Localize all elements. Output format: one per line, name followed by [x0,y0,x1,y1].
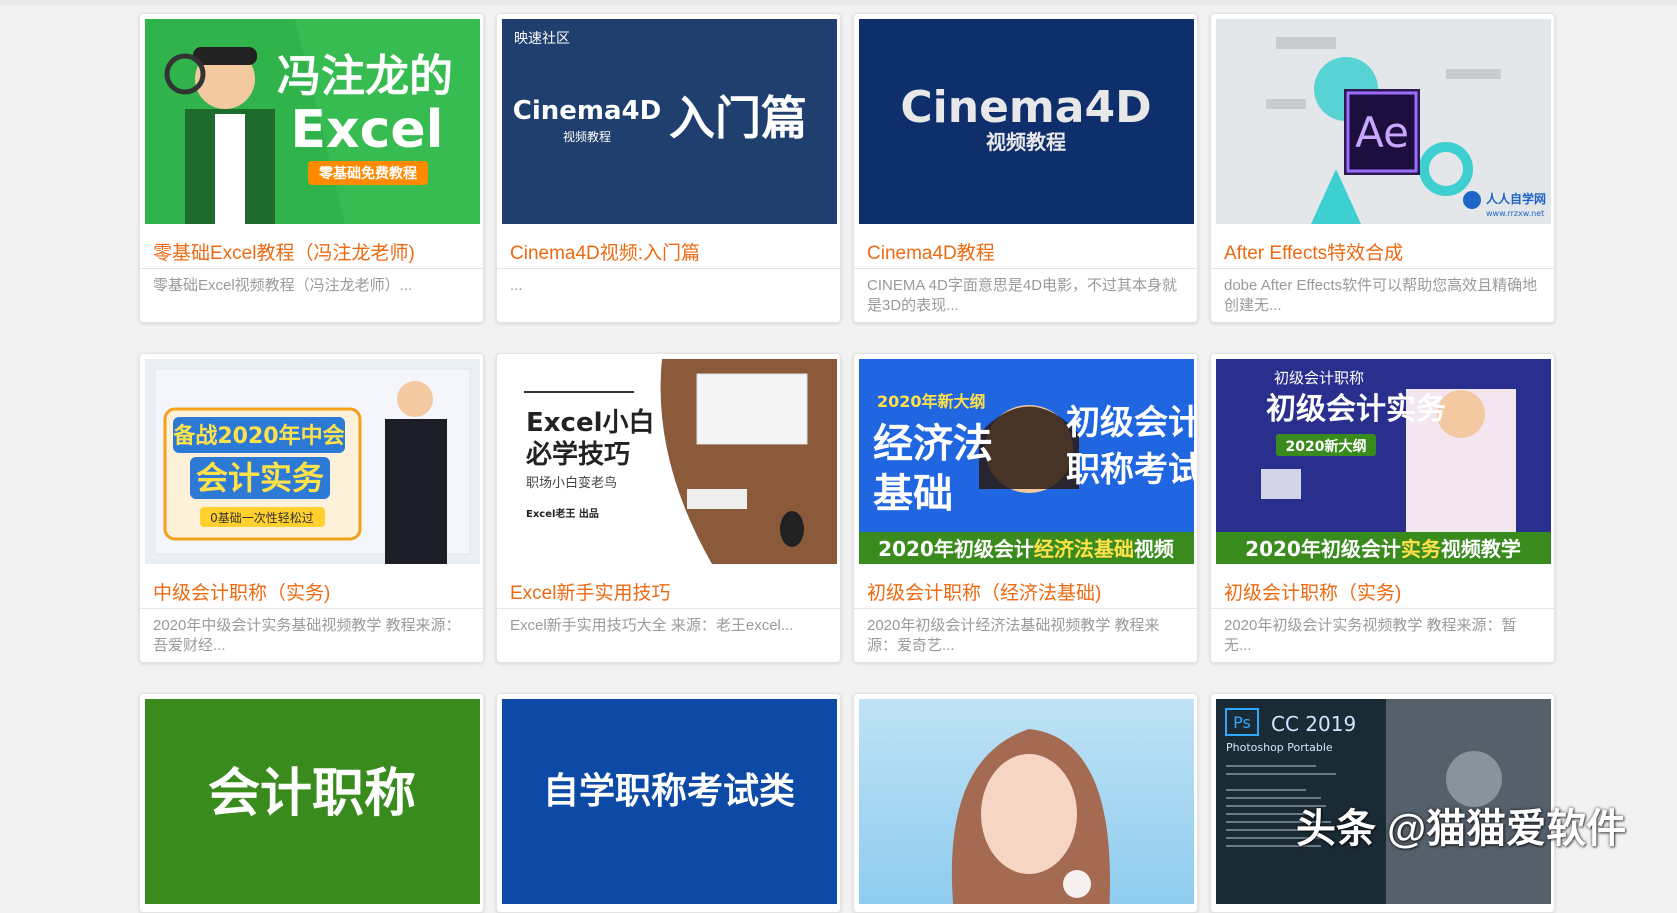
svg-text:会计职称: 会计职称 [208,764,416,824]
svg-text:视频教程: 视频教程 [563,129,611,144]
svg-text:基础: 基础 [873,471,953,517]
svg-text:0基础一次性轻松过: 0基础一次性轻松过 [210,511,314,525]
svg-text:冯注龙的: 冯注龙的 [277,51,453,102]
svg-text:备战2020年中会: 备战2020年中会 [172,423,344,449]
course-description: ... [510,277,523,294]
course-title[interactable]: 初级会计职称（实务) [1224,578,1544,605]
svg-text:零基础免费教程: 零基础免费教程 [318,165,417,182]
svg-text:Excel老王 出品: Excel老王 出品 [526,507,599,520]
course-description: CINEMA 4D字面意思是4D电影，不过其本身就是3D的表现... [867,277,1178,314]
course-thumbnail: 映速社区 Cinema4D 视频教程 入门篇 [502,19,837,224]
svg-text:自学职称考试类: 自学职称考试类 [543,770,795,812]
svg-text:映速社区: 映速社区 [514,31,570,47]
course-thumbnail: 备战2020年中会 会计实务 0基础一次性轻松过 [145,359,480,564]
course-card-economic-law[interactable]: 2020年新大纲 经济法 基础 初级会计 职称考试 2020年初级会计经济法基础… [853,353,1198,663]
svg-text:必学技巧: 必学技巧 [526,439,630,470]
course-thumbnail: 自学职称考试类 [502,699,837,904]
course-thumbnail: 初级会计职称 初级会计实务 2020新大纲 2020年初级会计实务视频教学 [1216,359,1551,564]
course-card-c4d[interactable]: Cinema4D 视频教程 Cinema4D教程 CINEMA 4D字面意思是4… [853,13,1198,323]
svg-text:职称考试: 职称考试 [1066,450,1194,490]
svg-text:2020新大纲: 2020新大纲 [1286,438,1367,455]
course-card-excel-tips[interactable]: Excel小白 必学技巧 职场小白变老鸟 Excel老王 出品 Excel新手实… [496,353,841,663]
course-description: 零基础Excel视频教程（冯注龙老师）... [153,277,413,294]
svg-text:Ps: Ps [1233,713,1251,732]
course-title[interactable]: 中级会计职称（实务) [153,578,473,605]
divider [854,268,1197,269]
course-card-excel[interactable]: 冯注龙的 Excel 零基础免费教程 零基础Excel教程（冯注龙老师) 零基础… [139,13,484,323]
course-title[interactable]: Cinema4D视频:入门篇 [510,238,830,265]
course-grid: 冯注龙的 Excel 零基础免费教程 零基础Excel教程（冯注龙老师) 零基础… [139,13,1555,913]
divider [140,608,483,609]
svg-text:经济法: 经济法 [873,421,993,467]
svg-text:CC 2019: CC 2019 [1271,712,1356,736]
svg-text:2020年初级会计经济法基础视频: 2020年初级会计经济法基础视频 [878,537,1174,561]
course-card-junior-accounting[interactable]: 初级会计职称 初级会计实务 2020新大纲 2020年初级会计实务视频教学 初级… [1210,353,1555,663]
course-title[interactable]: Excel新手实用技巧 [510,578,830,605]
course-title[interactable]: After Effects特效合成 [1224,238,1544,265]
course-thumbnail: 2020年新大纲 经济法 基础 初级会计 职称考试 2020年初级会计经济法基础… [859,359,1194,564]
svg-text:初级会计职称: 初级会计职称 [1274,369,1364,387]
top-divider [0,0,1677,6]
svg-text:Excel小白: Excel小白 [526,407,655,438]
course-thumbnail: Cinema4D 视频教程 [859,19,1194,224]
course-card-portrait[interactable] [853,693,1198,913]
divider [854,608,1197,609]
course-thumbnail: Ae 人人自学网 www.rrzxw.net [1216,19,1551,224]
divider [1211,268,1554,269]
svg-text:初级会计实务: 初级会计实务 [1266,392,1446,427]
svg-text:2020年新大纲: 2020年新大纲 [877,392,986,411]
svg-text:视频教程: 视频教程 [986,130,1066,154]
svg-text:www.rrzxw.net: www.rrzxw.net [1486,209,1544,218]
course-description: dobe After Effects软件可以帮助您高效且精确地创建无... [1224,277,1538,314]
course-thumbnail [859,699,1194,904]
svg-text:Cinema4D: Cinema4D [900,82,1151,133]
svg-text:人人自学网: 人人自学网 [1486,191,1546,206]
watermark-text: 头条 @猫猫爱软件 [1296,807,1627,851]
divider [497,268,840,269]
course-card-mid-accounting[interactable]: 备战2020年中会 会计实务 0基础一次性轻松过 中级会计职称（实务) 2020… [139,353,484,663]
svg-text:职场小白变老鸟: 职场小白变老鸟 [526,475,617,491]
course-description: 2020年初级会计实务视频教学 教程来源：暂无... [1224,617,1517,654]
course-description: 2020年初级会计经济法基础视频教学 教程来源：爱奇艺... [867,617,1160,654]
course-card-self-study-exam[interactable]: 自学职称考试类 [496,693,841,913]
svg-text:2020年初级会计实务视频教学: 2020年初级会计实务视频教学 [1245,537,1521,561]
course-description: 2020年中级会计实务基础视频教学 教程来源：吾爱财经... [153,617,461,654]
svg-text:初级会计: 初级会计 [1066,403,1194,443]
course-card-after-effects[interactable]: Ae 人人自学网 www.rrzxw.net After Effects特效合成… [1210,13,1555,323]
course-description: Excel新手实用技巧大全 来源：老王excel... [510,617,794,634]
course-title[interactable]: 零基础Excel教程（冯注龙老师) [153,238,473,265]
divider [1211,608,1554,609]
svg-text:Photoshop Portable: Photoshop Portable [1226,741,1333,754]
course-card-accounting-title[interactable]: 会计职称 [139,693,484,913]
divider [140,268,483,269]
course-thumbnail: 会计职称 [145,699,480,904]
course-thumbnail: 冯注龙的 Excel 零基础免费教程 [145,19,480,224]
divider [497,608,840,609]
svg-text:会计实务: 会计实务 [196,459,324,497]
course-card-c4d-intro[interactable]: 映速社区 Cinema4D 视频教程 入门篇 Cinema4D视频:入门篇 ..… [496,13,841,323]
course-title[interactable]: 初级会计职称（经济法基础) [867,578,1187,605]
course-thumbnail: Excel小白 必学技巧 职场小白变老鸟 Excel老王 出品 [502,359,837,564]
svg-text:Ae: Ae [1355,108,1409,157]
course-title[interactable]: Cinema4D教程 [867,238,1187,265]
svg-text:入门篇: 入门篇 [669,91,807,145]
svg-text:Cinema4D: Cinema4D [513,96,661,126]
svg-text:Excel: Excel [291,100,444,160]
